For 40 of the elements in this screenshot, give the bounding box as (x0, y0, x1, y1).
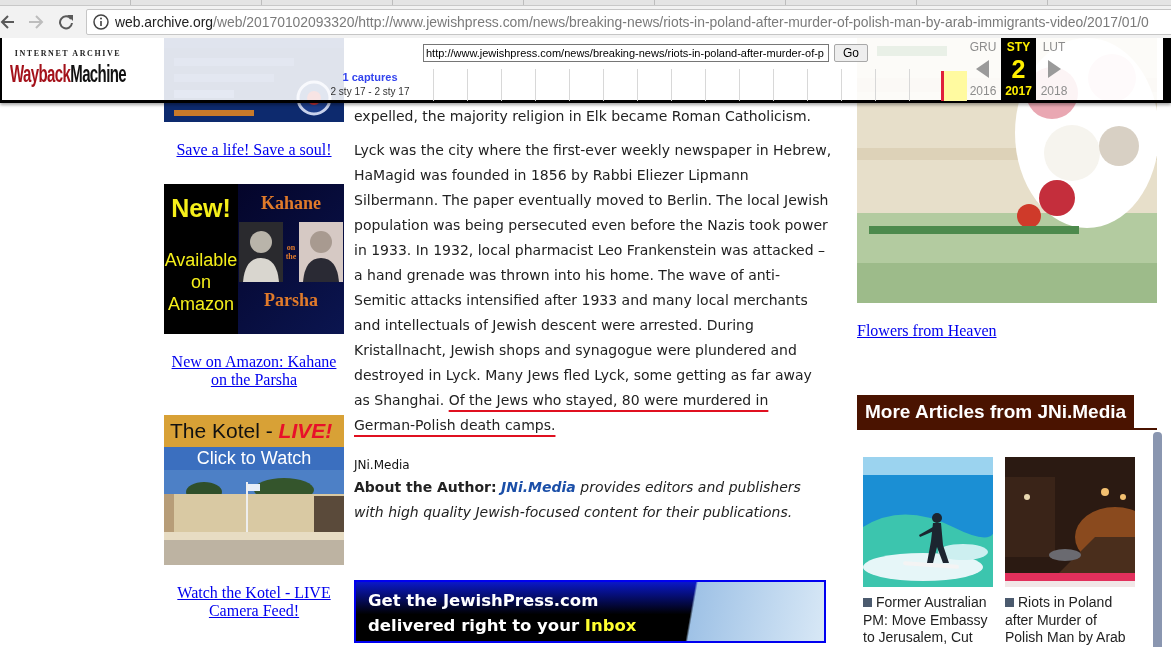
article-text: expelled, the majority religion in Elk became Roman Catholicism. (354, 107, 813, 126)
book-ad[interactable]: New! Available on Amazon Kahane on the Parsha (164, 184, 344, 334)
article-link[interactable]: Riots in Poland after Murder of Polish Man by Arab (1005, 594, 1135, 647)
section-heading: More Articles from JNi.Media (857, 395, 1135, 428)
month-tab[interactable]: STY 2 2017 (1001, 38, 1036, 100)
go-button[interactable]: Go (834, 44, 868, 62)
ad-title: Parsha (264, 290, 318, 311)
logo-caption: INTERNET ARCHIVE (14, 49, 122, 58)
article-link[interactable]: Former Australian PM: Move Embassy to Jerusalem, Cut (863, 594, 993, 647)
ad-link[interactable]: Watch the Kotel - LIVE Camera Feed! (164, 584, 344, 620)
person-figure (239, 222, 283, 282)
ad-text: Available on Amazon (164, 249, 238, 315)
capture-timeline[interactable] (433, 69, 967, 101)
next-arrow-icon[interactable] (1047, 60, 1061, 78)
square-bullet-icon (863, 598, 872, 607)
ad-headline: The Kotel - LIVE! (164, 415, 344, 447)
newsletter-banner[interactable]: Get the JewishPress.com delivered right to your Inbox (354, 580, 826, 643)
reload-icon[interactable] (58, 14, 74, 30)
ad-caption: Click to Watch (164, 447, 344, 470)
person-figure (299, 222, 343, 282)
capture-range: 2 sty 17 - 2 sty 17 (330, 86, 410, 97)
ad-headline: New! (171, 194, 231, 223)
back-icon[interactable] (0, 14, 14, 30)
info-icon[interactable] (93, 14, 109, 30)
scrollbar[interactable] (1153, 432, 1162, 647)
ad-link[interactable]: Flowers from Heaven (857, 322, 1162, 340)
captures-link[interactable]: 1 captures (342, 71, 398, 83)
logo-wordmark[interactable]: WaybackMachine (9, 60, 127, 87)
ad-title: Kahane (261, 193, 321, 214)
author-name: JNi.Media (354, 457, 411, 473)
author-bio: About the Author: JNi.Media provides editors and publishers with high quality Jewish-focused content for their publications. (354, 478, 802, 522)
article-paragraph: Lyck was the city where the first-ever weekly newspaper in Hebrew, HaMagid was founded in 1856 by Rabbi Eliezer Lipmann Silbermann. The paper eventually moved to Berlin. The local Jewish population was being persecuted even before the Nazis took power in 1933. In 1932, local pharmacist Leo Frankenstein was attacked – a hand grenade was thrown into his home. The wave of anti-Semitic attacks intensified after 1933 and many local merchants and intellectuals of Jewish descent were arrested. During Kristallnacht, Jewish shops and synagogue were plundered and destroyed in Lyck. Many Jews fled Lyck, some getting as far away as Shanghai. Of the Jews who stayed, 80 were murdered in German-Polish death camps. (354, 141, 832, 435)
ad-link[interactable]: Save a life! Save a soul! (164, 141, 344, 159)
ad-link[interactable]: New on Amazon: Kahane on the Parsha (164, 353, 344, 389)
square-bullet-icon (1005, 598, 1014, 607)
url-field[interactable]: http://www.jewishpress.com/news/breaking-news/riots-in-poland-after-murder-of-p (423, 44, 829, 62)
address-bar[interactable]: web.archive.org/web/20170102093320/http://www.jewishpress.com/news/breaking-news/riots-in-poland-after-murder-of-polish-man-by-arab-immigrants-video/2017/01/0 (86, 9, 1171, 35)
ad-text: on the (285, 243, 297, 261)
previous-arrow-icon[interactable] (976, 60, 990, 78)
live-stream-ad[interactable]: The Kotel - LIVE! Click to Watch (164, 415, 344, 565)
